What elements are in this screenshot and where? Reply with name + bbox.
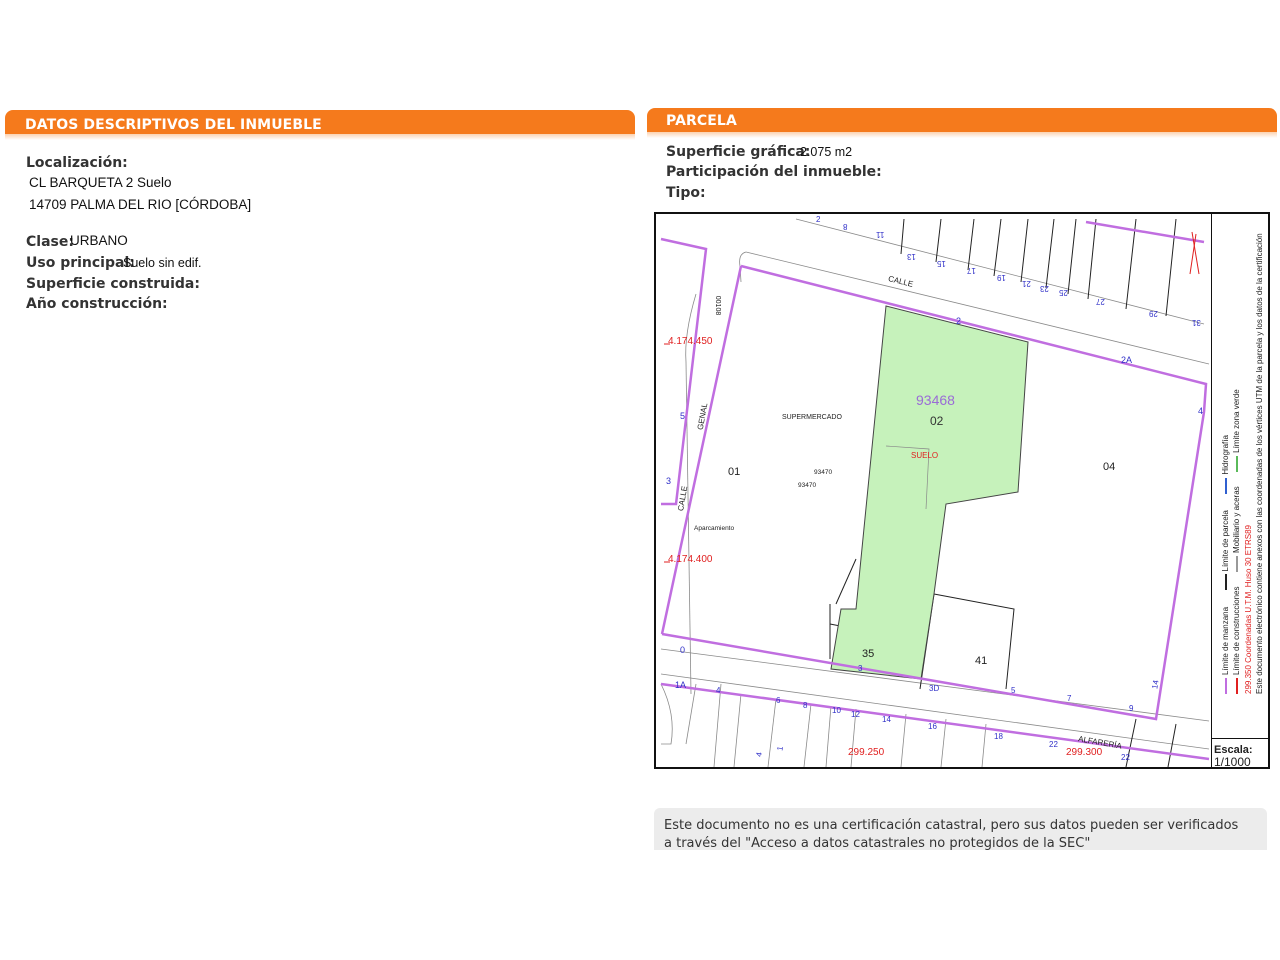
num-top-12: 31 <box>1192 318 1201 327</box>
num-front-2: 5 <box>1011 686 1016 695</box>
clase-value: URBANO <box>70 233 128 248</box>
aparcamiento-label: Aparcamiento <box>694 525 735 532</box>
legend-swatch-manzana <box>1224 678 1227 694</box>
address-line1: CL BARQUETA 2 Suelo <box>29 175 172 190</box>
datos-descriptivos-title: DATOS DESCRIPTIVOS DEL INMUEBLE <box>25 117 322 133</box>
num-top-1: 8 <box>843 222 848 231</box>
legend-swatch-hidrografia <box>1224 477 1227 494</box>
num-0: 0 <box>680 645 686 655</box>
suelo-label: SUELO <box>911 451 939 460</box>
num-top-4: 15 <box>937 259 946 268</box>
num-2a: 2A <box>1121 355 1133 365</box>
localizacion-label: Localización: <box>26 155 128 171</box>
legend-manzana: Límite de manzana <box>1221 606 1230 675</box>
num-bottom-2: 8 <box>803 701 808 710</box>
legend-annex-note: Este documento electrónico contiene anex… <box>1255 233 1264 694</box>
coord-y-lower: 4.174.400 <box>668 554 713 565</box>
num-top-2: 11 <box>876 230 885 239</box>
num-front-5: 14 <box>1150 679 1161 690</box>
map-legend: Límite de manzana Límite de parcela Hidr… <box>1217 224 1267 694</box>
participacion-label: Participación del inmueble: <box>666 164 882 180</box>
num-bottom-9: 22 <box>1121 753 1130 762</box>
legend-divider <box>1211 214 1212 767</box>
superficie-grafica-value: 2.075 m2 <box>800 145 853 159</box>
legend-hidrografia: Hidrografía <box>1221 435 1230 475</box>
num-1a: 1A <box>675 680 687 690</box>
legend-construcciones: Límite de construcciones <box>1232 586 1241 676</box>
parcel-id-label: 93468 <box>916 392 955 408</box>
parcela-header: PARCELA <box>647 108 1277 138</box>
address-line2: 14709 PALMA DEL RIO [CÓRDOBA] <box>29 197 252 212</box>
superficie-grafica-label: Superficie gráfica: <box>666 144 811 160</box>
legend-swatch-parcela <box>1224 574 1227 591</box>
legend-zona-verde: Límite zona verde <box>1232 389 1241 453</box>
legend-parcela: Límite de parcela <box>1221 510 1230 572</box>
num-2: 2 <box>956 316 962 326</box>
num-top-0: 2 <box>816 215 821 224</box>
parcel-35-label: 35 <box>862 648 875 660</box>
num-4: 4 <box>1198 406 1204 416</box>
num-left-3: 3 <box>666 476 672 486</box>
parcel-04-label: 04 <box>1103 461 1116 473</box>
num-bottom-7: 18 <box>994 732 1003 741</box>
num-left-5: 5 <box>680 411 686 421</box>
legend-swatch-zona-verde <box>1235 455 1238 472</box>
supermercado-label: SUPERMERCADO <box>782 414 842 421</box>
tipo-label: Tipo: <box>666 185 706 201</box>
num-top-5: 17 <box>967 266 976 275</box>
num-bottom-0: 4 <box>716 686 721 695</box>
num-bottom-3: 10 <box>832 706 841 715</box>
legend-coord-note: Coordenadas U.T.M. Huso 30 ETRS89 <box>1244 525 1253 663</box>
legend-mobiliario: Mobiliario y aceras <box>1232 486 1241 554</box>
num-front-1: 3D <box>929 684 940 693</box>
num-bottom-1: 6 <box>776 696 781 705</box>
parcel-41-label: 41 <box>975 655 988 667</box>
num-bottom-6: 16 <box>928 722 937 731</box>
parcel-93468 <box>830 305 1029 680</box>
superficie-construida-label: Superficie construida: <box>26 276 200 292</box>
num-top-6: 19 <box>997 273 1006 282</box>
parcela-title: PARCELA <box>666 113 737 129</box>
num-bottom-5: 14 <box>882 715 891 724</box>
coord-x-left: 299.250 <box>848 747 885 758</box>
num-front-4: 9 <box>1129 704 1134 713</box>
num-top-3: 13 <box>907 252 916 261</box>
cadastral-map: 93468 02 SUELO SUPERMERCADO 93470 93470 … <box>654 212 1270 769</box>
datos-descriptivos-header: DATOS DESCRIPTIVOS DEL INMUEBLE <box>5 110 635 140</box>
num-bottom-4: 12 <box>851 710 860 719</box>
num-top-7: 21 <box>1022 279 1031 288</box>
num-top-10: 27 <box>1096 297 1105 306</box>
block-ref-a: 93470 <box>814 469 833 476</box>
uso-principal-label: Uso principal: <box>26 255 135 271</box>
parcel-01-label: 01 <box>728 466 741 478</box>
clase-label: Clase: <box>26 234 74 250</box>
num-bottom-8: 22 <box>1049 740 1058 749</box>
coord-y-upper: 4.174.450 <box>668 336 713 347</box>
uso-principal-value: Suelo sin edif. <box>123 256 202 270</box>
block-ref-b: 93470 <box>798 482 817 489</box>
ano-construccion-label: Año construcción: <box>26 296 168 312</box>
legend-coord-value: 299.350 <box>1244 665 1253 694</box>
notice-text: Este documento no es una certificación c… <box>664 818 1239 850</box>
legend-swatch-construcciones <box>1235 678 1238 694</box>
scale-value: 1/1000 <box>1214 755 1251 769</box>
num-top-8: 23 <box>1040 284 1049 293</box>
verification-notice: Este documento no es una certificación c… <box>654 808 1267 850</box>
coord-x-right: 299.300 <box>1066 747 1103 758</box>
num-front-3: 7 <box>1067 694 1072 703</box>
num-top-11: 29 <box>1149 309 1158 318</box>
num-top-9: 25 <box>1059 288 1068 297</box>
parcel-number-label: 02 <box>930 414 944 428</box>
scale-box: Escala: 1/1000 <box>1211 738 1268 769</box>
num-front-0: 3 <box>858 664 863 673</box>
legend-swatch-mobiliario <box>1235 556 1238 573</box>
rot-label-00108: 00108 <box>714 295 722 316</box>
